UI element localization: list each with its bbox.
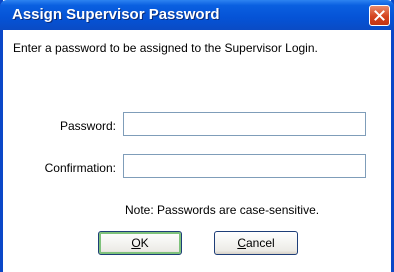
- ok-button[interactable]: OK: [98, 231, 182, 255]
- title-bar[interactable]: Assign Supervisor Password: [0, 0, 394, 30]
- password-label: Password:: [59, 119, 116, 133]
- dialog-window: Assign Supervisor Password Enter a passw…: [0, 0, 394, 272]
- confirmation-field[interactable]: [123, 154, 366, 178]
- close-button[interactable]: [369, 5, 390, 26]
- cancel-mnemonic: C: [237, 236, 246, 250]
- window-title: Assign Supervisor Password: [12, 6, 220, 23]
- cancel-label-rest: ancel: [245, 236, 275, 250]
- case-sensitive-note: Note: Passwords are case-sensitive.: [125, 203, 320, 217]
- confirmation-label: Confirmation:: [44, 161, 116, 175]
- cancel-button[interactable]: Cancel: [214, 231, 298, 255]
- password-field[interactable]: [123, 112, 366, 136]
- ok-label-rest: K: [140, 236, 149, 250]
- close-icon: [374, 10, 385, 21]
- prompt-text: Enter a password to be assigned to the S…: [13, 41, 318, 55]
- ok-mnemonic: O: [131, 236, 141, 250]
